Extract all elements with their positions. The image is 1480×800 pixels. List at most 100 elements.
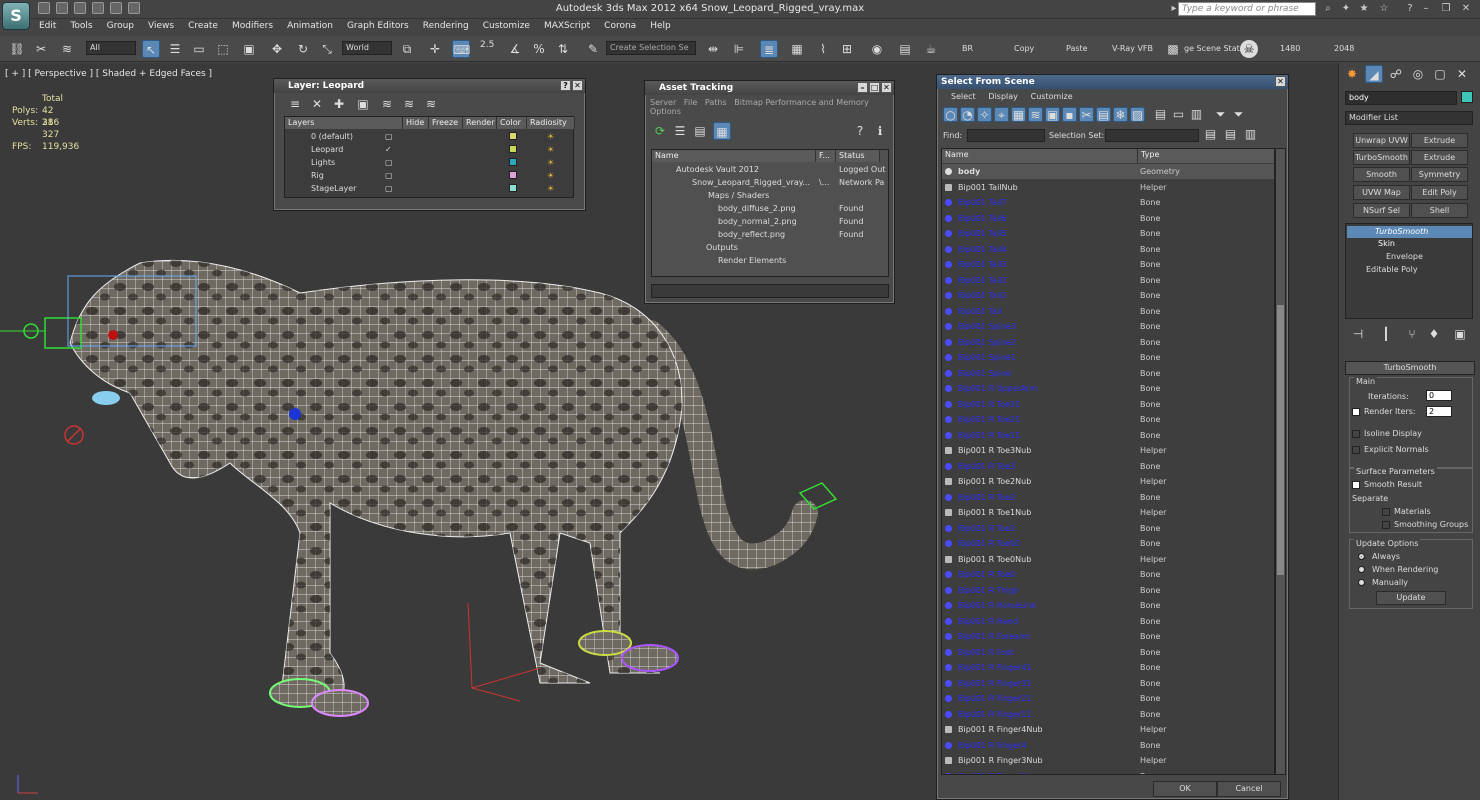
filter-hidden-icon[interactable]: ▨	[1130, 107, 1145, 122]
when-rendering-radio[interactable]	[1358, 566, 1365, 573]
filter-cameras-icon[interactable]: ⌖	[994, 107, 1009, 122]
update-button[interactable]: Update	[1376, 591, 1446, 605]
scene-object-row[interactable]: Bip001 R Foot Bone	[942, 645, 1274, 660]
cancel-button[interactable]: Cancel	[1217, 781, 1281, 797]
br-button[interactable]: BR	[962, 44, 973, 53]
stack-item-skin[interactable]: Skin	[1350, 238, 1395, 250]
scene-object-row[interactable]: Bip001 R Toe21 Bone	[942, 412, 1274, 428]
layer-col-color[interactable]: Color	[497, 117, 527, 129]
pivot-center-icon[interactable]: ⧉	[398, 40, 416, 58]
asset-menu-paths[interactable]: Paths	[705, 98, 727, 107]
explicit-normals-checkbox[interactable]	[1352, 446, 1360, 454]
scene-object-row[interactable]: Bip001 R Finger3 Bone	[942, 769, 1274, 774]
column-type-header[interactable]: Type	[1138, 149, 1274, 163]
rotate-icon[interactable]: ↻	[294, 40, 312, 58]
render-iters-spinner[interactable]: 2	[1426, 406, 1452, 417]
select-by-name-icon[interactable]: ☰	[166, 40, 184, 58]
stack-item-turbosmooth[interactable]: TurboSmooth	[1347, 226, 1472, 238]
percent-snap-icon[interactable]: %	[530, 40, 548, 58]
modifier-stack[interactable]: TurboSmooth Skin Envelope Editable Poly	[1345, 223, 1473, 319]
layer-col-render[interactable]: Render	[463, 117, 497, 129]
asset-menu-server[interactable]: Server	[650, 98, 676, 107]
graphite-tools-icon[interactable]: ▦	[788, 40, 806, 58]
layer-row[interactable]: Rig ▢ ☀	[285, 169, 573, 182]
rect-selection-icon[interactable]: ▭	[190, 40, 208, 58]
save-file-icon[interactable]	[74, 2, 86, 14]
spinner-snap-icon[interactable]: ⇅	[554, 40, 572, 58]
isoline-display-checkbox[interactable]	[1352, 430, 1360, 438]
scale-icon[interactable]: ⤡	[318, 40, 336, 58]
symmetry-button[interactable]: Symmetry	[1411, 167, 1468, 182]
scene-object-row[interactable]: Bip001 Tail3 Bone	[942, 257, 1274, 273]
favorites-icon[interactable]: ☆	[1378, 3, 1390, 15]
uvw-map-button[interactable]: UVW Map	[1353, 185, 1410, 200]
project-folder-icon[interactable]	[128, 2, 140, 14]
scene-stats-button[interactable]: ge Scene Stat	[1184, 44, 1240, 53]
select-invert-icon[interactable]: ▥	[1189, 107, 1204, 122]
layer-row[interactable]: Leopard ✓ ☀	[285, 143, 573, 156]
extrude-button-2[interactable]: Extrude	[1411, 150, 1468, 165]
undo-icon[interactable]	[92, 2, 104, 14]
select-move-icon[interactable]: ▣	[240, 40, 258, 58]
scene-object-row[interactable]: body Geometry	[942, 164, 1274, 180]
smoothing-groups-checkbox[interactable]	[1382, 521, 1390, 529]
menu-customize[interactable]: Customize	[476, 19, 537, 35]
stack-item-editable-poly[interactable]: Editable Poly	[1350, 264, 1418, 276]
layer-manager-window[interactable]: Layer: Leopard ? ✕ ≡ ✕ ✚ ▣ ≋ ≋ ≋ Layers H…	[273, 78, 586, 211]
scene-object-row[interactable]: Bip001 Tail Bone	[942, 304, 1274, 319]
new-file-icon[interactable]	[38, 2, 50, 14]
mirror-icon[interactable]: ⇹	[704, 40, 722, 58]
ok-button[interactable]: OK	[1153, 781, 1217, 797]
scene-object-row[interactable]: Bip001 R Toe3 Bone	[942, 459, 1274, 474]
menu-help[interactable]: Help	[643, 19, 678, 35]
select-menu-select[interactable]: Select	[951, 92, 976, 101]
edit-poly-button[interactable]: Edit Poly	[1411, 185, 1468, 200]
curve-editor-icon[interactable]: ⌇	[814, 40, 832, 58]
filter-bones-icon[interactable]: ✂	[1079, 107, 1094, 122]
layer-window-title[interactable]: Layer: Leopard ? ✕	[274, 79, 585, 93]
materials-checkbox[interactable]	[1382, 508, 1390, 516]
selected-bone-marker[interactable]	[289, 408, 301, 420]
search-input[interactable]: Type a keyword or phrase	[1178, 2, 1316, 16]
scene-object-row[interactable]: Bip001 R Thigh Bone	[942, 583, 1274, 598]
skull-icon[interactable]: ☠	[1240, 40, 1258, 58]
align-icon[interactable]: ⊫	[730, 40, 748, 58]
thumbnail-view-icon[interactable]: ▤	[691, 122, 709, 140]
vray-vfb-button[interactable]: V-Ray VFB	[1112, 44, 1153, 53]
close-icon[interactable]: ✕	[1460, 3, 1472, 15]
motion-tab-icon[interactable]: ◎	[1409, 65, 1427, 83]
select-menu-customize[interactable]: Customize	[1031, 92, 1073, 101]
asset-row[interactable]: Snow_Leopard_Rigged_vray... \... Network P…	[652, 176, 888, 189]
object-name-field[interactable]: body	[1345, 91, 1457, 105]
select-manipulate-icon[interactable]: ✛	[426, 40, 444, 58]
asset-col-f[interactable]: F...	[816, 150, 836, 162]
asset-help-icon[interactable]: ?	[851, 122, 869, 140]
open-file-icon[interactable]	[56, 2, 68, 14]
schematic-view-icon[interactable]: ⊞	[838, 40, 856, 58]
edit-selection-set-icon[interactable]: ▤	[1223, 127, 1238, 142]
menu-group[interactable]: Group	[100, 19, 141, 35]
filter-xrefs-icon[interactable]: ▪	[1062, 107, 1077, 122]
select-from-scene-window[interactable]: Select From Scene ✕ Select Display Custo…	[936, 74, 1289, 800]
render-iters-checkbox[interactable]	[1352, 408, 1360, 416]
menu-tools[interactable]: Tools	[63, 19, 99, 35]
scene-object-list[interactable]: Name Type body Geometry Bip001 TailNub Help…	[941, 148, 1275, 775]
scene-object-row[interactable]: Bip001 Tail4 Bone	[942, 242, 1274, 257]
asset-path-field[interactable]	[651, 284, 889, 298]
asset-close-button[interactable]: ✕	[881, 82, 892, 93]
layer-manager-icon[interactable]: ≣	[760, 40, 778, 58]
scene-object-row[interactable]: Bip001 Spine2 Bone	[942, 335, 1274, 350]
named-selection-dropdown[interactable]: Create Selection Se	[606, 41, 696, 55]
layer-col-layers[interactable]: Layers	[285, 117, 403, 129]
layer-hide-toggle[interactable]: ▢	[385, 156, 393, 169]
render-height[interactable]: 2048	[1334, 44, 1354, 53]
bind-space-warp-icon[interactable]: ≋	[58, 40, 76, 58]
filter-funnel-two-icon[interactable]: ⏷	[1231, 107, 1246, 122]
filter-funnel-icon[interactable]: ⏷	[1213, 107, 1228, 122]
highlight-layer-icon[interactable]: ≋	[378, 95, 396, 113]
scene-object-row[interactable]: Bip001 Tail5 Bone	[942, 226, 1274, 242]
layer-color-swatch[interactable]	[509, 184, 517, 192]
help-icon[interactable]: ?	[1404, 3, 1416, 15]
communication-center-icon[interactable]: ★	[1358, 3, 1370, 15]
scrollbar-thumb[interactable]	[1277, 305, 1284, 575]
